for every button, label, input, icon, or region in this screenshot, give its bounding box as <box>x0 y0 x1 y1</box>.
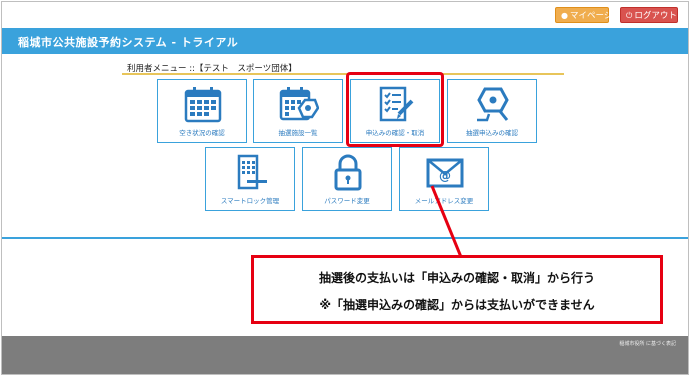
callout-line-2: ※「抽選申込みの確認」からは支払いができません <box>319 298 595 312</box>
callout-box: 抽選後の支払いは「申込みの確認・取消」から行う ※「抽選申込みの確認」からは支払… <box>251 255 663 324</box>
screenshot-frame: ● マイページ ⏻ ログアウト 稲城市公共施設予約システム - トライアル 利用者メ… <box>1 1 689 375</box>
footer-text: 稲城市役所 に基づく表記 <box>619 341 676 347</box>
footer: 稲城市役所 に基づく表記 <box>2 336 688 374</box>
callout-line-1: 抽選後の支払いは「申込みの確認・取消」から行う <box>318 271 595 285</box>
